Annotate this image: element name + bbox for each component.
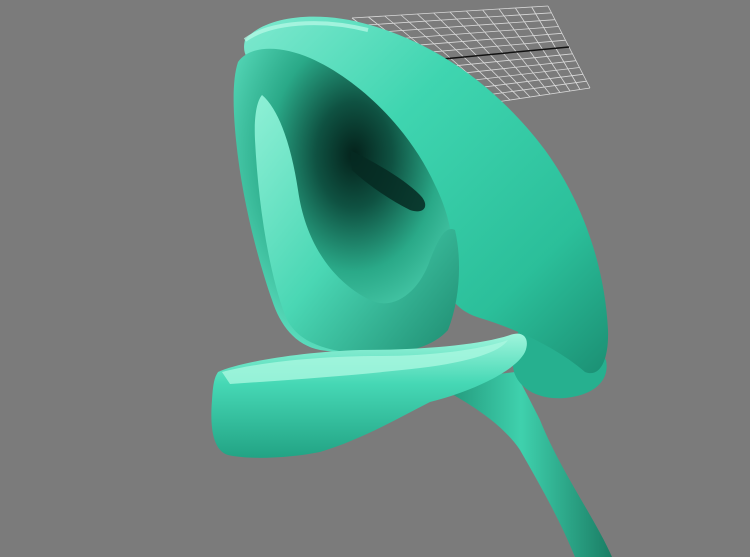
3d-viewport[interactable] (0, 0, 750, 557)
viewport-scene[interactable] (0, 0, 750, 557)
model-stem[interactable] (430, 372, 612, 557)
